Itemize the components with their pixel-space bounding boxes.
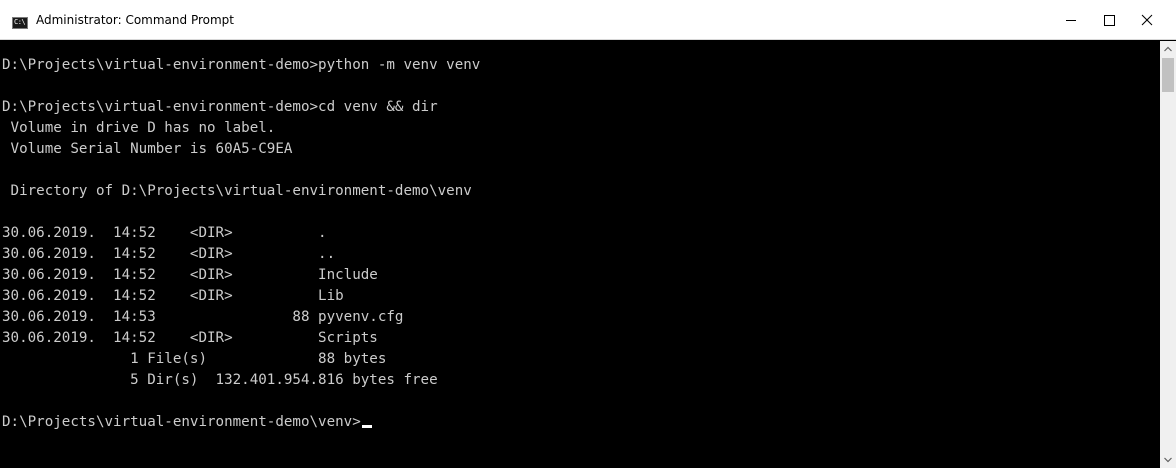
dir-listing-row: 30.06.2019. 14:52 <DIR> . xyxy=(2,225,327,241)
dir-listing-row: 30.06.2019. 14:52 <DIR> Lib xyxy=(2,288,344,304)
console-line: Directory of D:\Projects\virtual-environ… xyxy=(2,183,472,199)
scroll-thumb[interactable] xyxy=(1162,58,1174,92)
dir-listing-row: 30.06.2019. 14:52 <DIR> Scripts xyxy=(2,330,378,346)
scroll-down-button[interactable] xyxy=(1160,452,1176,468)
close-button[interactable] xyxy=(1128,0,1166,40)
dir-listing-row: 30.06.2019. 14:52 <DIR> .. xyxy=(2,246,336,262)
dir-summary-dirs: 5 Dir(s) 132.401.954.816 bytes free xyxy=(2,372,438,388)
window-title: Administrator: Command Prompt xyxy=(36,13,234,27)
minimize-button[interactable] xyxy=(1052,0,1090,40)
close-icon xyxy=(1141,14,1153,26)
console-line: D:\Projects\virtual-environment-demo>cd … xyxy=(2,99,438,115)
dir-listing-row: 30.06.2019. 14:52 <DIR> Include xyxy=(2,267,378,283)
console-line: Volume in drive D has no label. xyxy=(2,120,276,136)
scroll-up-button[interactable] xyxy=(1160,41,1176,57)
command-prompt-window: C:\ Administrator: Command Prompt D:\Pro… xyxy=(0,0,1176,468)
dir-listing-row: 30.06.2019. 14:53 88 pyvenv.cfg xyxy=(2,309,404,325)
console-app-icon[interactable]: C:\ xyxy=(12,17,28,29)
app-icon-glyph: C:\ xyxy=(14,18,26,26)
chevron-up-icon xyxy=(1164,46,1172,52)
dir-summary-files: 1 File(s) 88 bytes xyxy=(2,351,387,367)
minimize-icon xyxy=(1066,20,1076,21)
maximize-icon xyxy=(1104,15,1115,26)
console-line: Volume Serial Number is 60A5-C9EA xyxy=(2,141,293,157)
prompt-text: D:\Projects\virtual-environment-demo\ven… xyxy=(2,414,361,430)
vertical-scrollbar[interactable] xyxy=(1160,41,1176,468)
title-bar[interactable]: C:\ Administrator: Command Prompt xyxy=(0,0,1176,40)
text-cursor xyxy=(361,425,372,428)
maximize-button[interactable] xyxy=(1090,0,1128,40)
console-line: D:\Projects\virtual-environment-demo>pyt… xyxy=(2,57,481,73)
chevron-down-icon xyxy=(1164,457,1172,463)
prompt-line[interactable]: D:\Projects\virtual-environment-demo\ven… xyxy=(2,412,372,433)
console-output[interactable]: D:\Projects\virtual-environment-demo>pyt… xyxy=(0,41,1160,468)
